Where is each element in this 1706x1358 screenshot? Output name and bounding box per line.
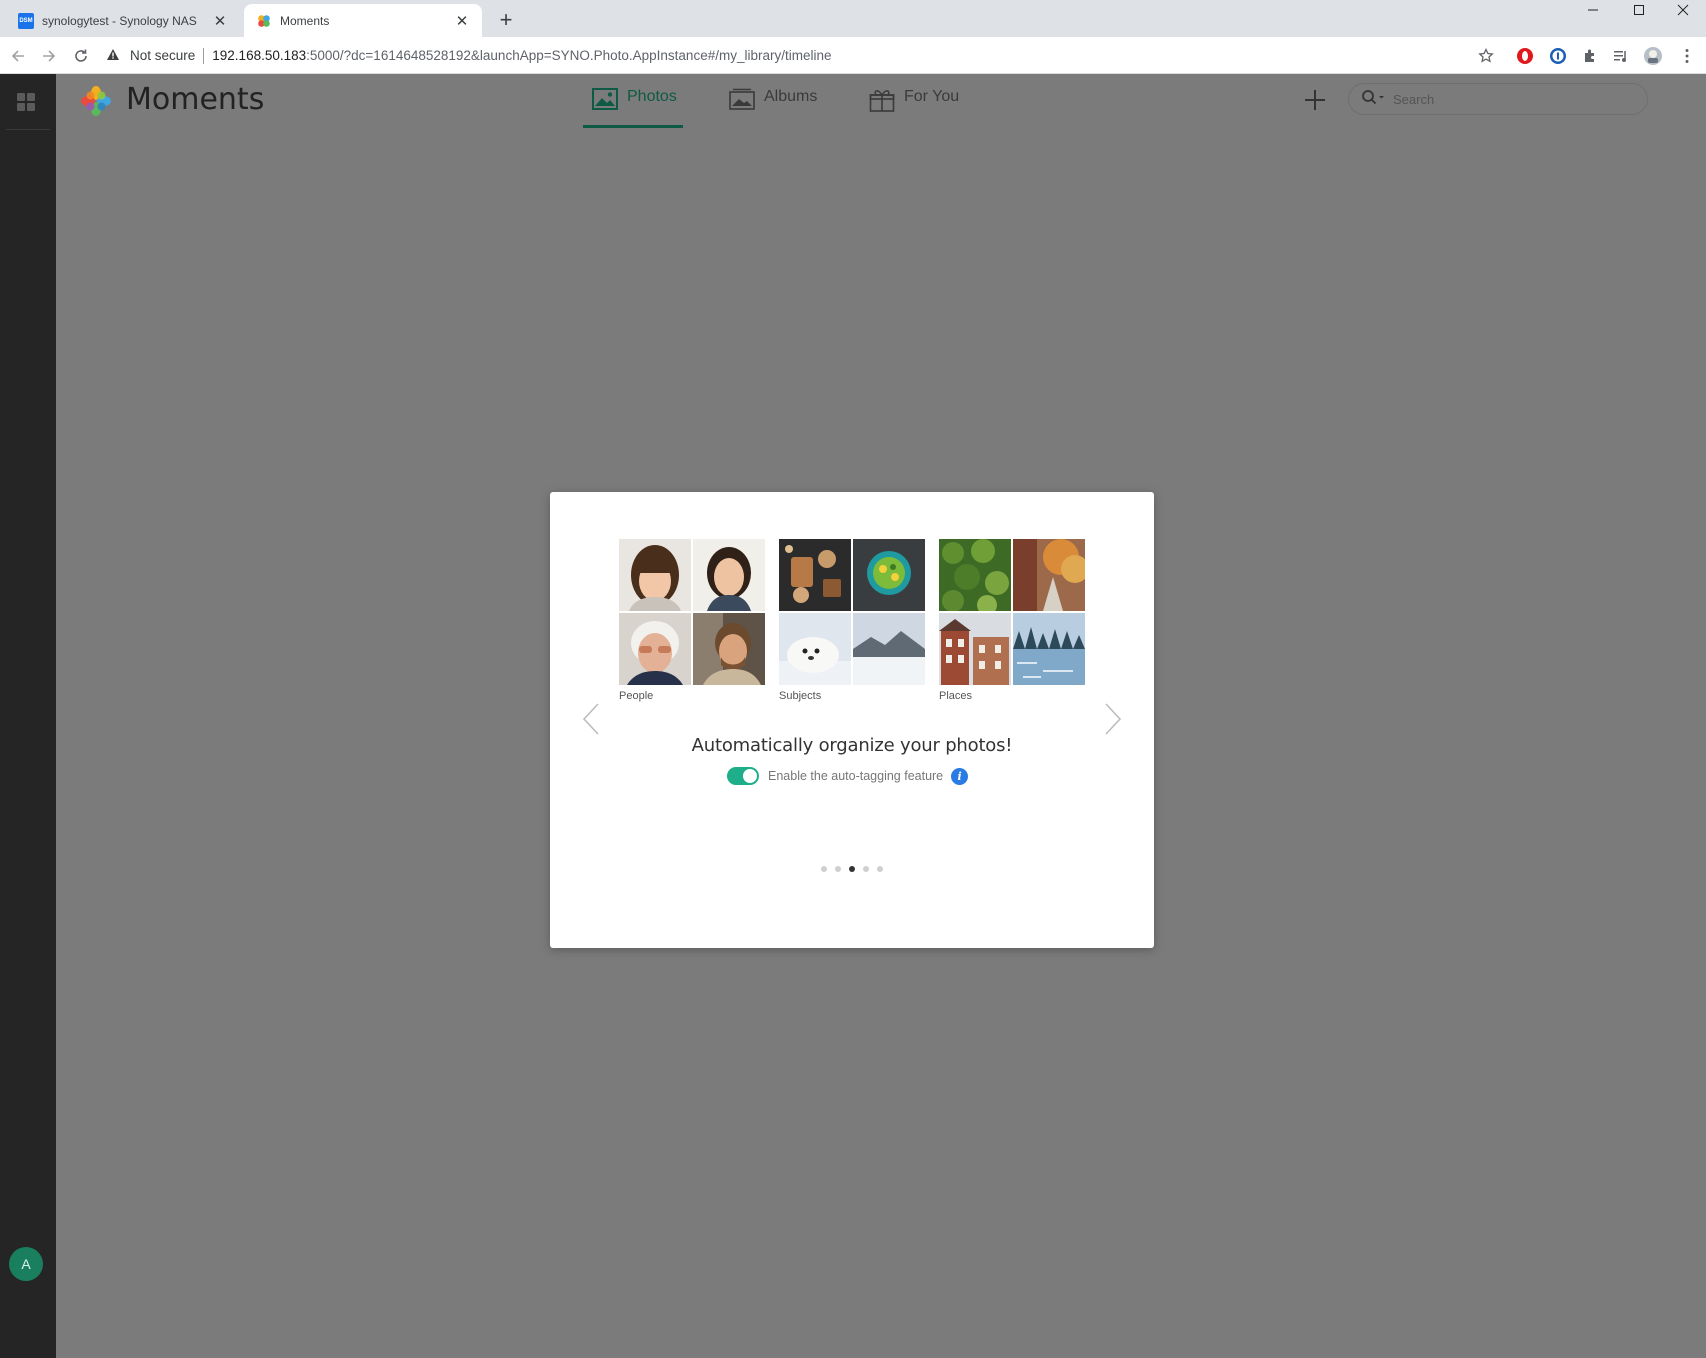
browser-toolbar: Not secure 192.168.50.183:5000/?dc=16146… (0, 37, 1706, 74)
gift-icon (869, 88, 895, 117)
tab-title: Moments (280, 13, 330, 28)
person-photo-man (693, 613, 765, 685)
tab-title: synologytest - Synology NAS (42, 13, 197, 28)
auto-tagging-toggle[interactable] (727, 767, 759, 785)
person-photo-child (619, 539, 691, 611)
subject-photo-seal (779, 613, 851, 685)
place-photo-autumn-street (1013, 539, 1085, 611)
warning-icon (106, 48, 122, 64)
close-window-icon[interactable] (1660, 0, 1706, 20)
tab-label: Photos (627, 88, 677, 105)
extensions-puzzle-icon[interactable] (1580, 46, 1600, 66)
close-tab-icon[interactable]: ✕ (454, 13, 470, 30)
places-group: Places (939, 539, 1085, 702)
tab-label: For You (904, 88, 960, 105)
place-photo-forest (939, 539, 1011, 611)
auto-tagging-label: Enable the auto-tagging feature (768, 769, 944, 783)
user-avatar[interactable]: A (9, 1247, 43, 1281)
dsm-favicon-icon: DSM (18, 12, 34, 29)
new-tab-button[interactable]: + (494, 7, 518, 32)
url-host: 192.168.50.183 (212, 48, 307, 63)
pagination-dot[interactable] (877, 866, 883, 872)
place-photo-houses (939, 613, 1011, 685)
pagination-dot[interactable] (821, 866, 827, 872)
search-icon[interactable] (1361, 89, 1385, 110)
security-label: Not secure (130, 48, 196, 63)
address-bar[interactable]: Not secure 192.168.50.183:5000/?dc=16146… (106, 41, 1504, 70)
media-control-icon[interactable] (1611, 46, 1631, 66)
opera-extension-icon[interactable] (1515, 46, 1535, 66)
previous-slide-chevron-icon[interactable] (581, 702, 601, 736)
people-group: People (619, 539, 765, 702)
subject-photo-food (779, 539, 851, 611)
photo-icon (592, 88, 618, 115)
tab-for-you[interactable]: For You (869, 88, 959, 130)
forward-arrow-icon[interactable] (36, 43, 62, 69)
browser-menu-icon[interactable] (1677, 46, 1697, 66)
places-label: Places (939, 690, 973, 702)
people-label: People (619, 690, 654, 702)
tab-photos[interactable]: Photos (583, 88, 683, 130)
minimize-window-icon[interactable] (1570, 0, 1616, 20)
active-tab-underline (583, 125, 683, 128)
back-arrow-icon[interactable] (5, 43, 31, 69)
app-header: Moments Photos Albums For You (56, 74, 1706, 130)
subjects-label: Subjects (779, 690, 822, 702)
onboarding-dialog: People Subjects Places Automatically org… (550, 492, 1154, 948)
main-menu-icon[interactable] (17, 93, 35, 111)
dsm-sidebar (0, 74, 56, 1358)
moments-logo-icon (81, 86, 111, 116)
app-title: Moments (126, 82, 265, 117)
add-button[interactable] (1303, 88, 1327, 112)
close-tab-icon[interactable]: ✕ (212, 13, 228, 30)
pagination-dot-active[interactable] (849, 866, 855, 872)
search-box[interactable] (1348, 83, 1648, 115)
auto-tagging-row: Enable the auto-tagging feature i (727, 767, 969, 785)
moments-favicon-icon (256, 13, 272, 29)
bookmark-star-icon[interactable] (1476, 46, 1496, 66)
maximize-window-icon[interactable] (1616, 0, 1662, 20)
tab-albums[interactable]: Albums (729, 88, 817, 130)
tab-label: Albums (764, 88, 818, 105)
pagination-dots (550, 866, 1154, 872)
toggle-knob (743, 769, 757, 783)
address-divider (203, 47, 205, 64)
subject-photo-mountain (853, 613, 925, 685)
subjects-group: Subjects (779, 539, 925, 702)
info-icon[interactable]: i (951, 767, 969, 785)
person-photo-woman (693, 539, 765, 611)
search-input[interactable] (1393, 91, 1613, 107)
subject-photo-salad (853, 539, 925, 611)
browser-tab-moments[interactable]: Moments ✕ (244, 4, 482, 37)
reload-icon[interactable] (68, 43, 94, 69)
pagination-dot[interactable] (835, 866, 841, 872)
url-path: :5000/?dc=1614648528192&launchApp=SYNO.P… (306, 48, 832, 63)
profile-avatar-icon[interactable] (1643, 46, 1663, 66)
dialog-headline: Automatically organize your photos! (691, 735, 1013, 756)
place-photo-frozen-lake (1013, 613, 1085, 685)
next-slide-chevron-icon[interactable] (1103, 702, 1123, 736)
pagination-dot[interactable] (863, 866, 869, 872)
browser-tab-bar: DSM synologytest - Synology NAS ✕ Moment… (0, 0, 1706, 37)
password-manager-icon[interactable] (1548, 46, 1568, 66)
album-icon (729, 88, 755, 115)
person-photo-elderly-woman (619, 613, 691, 685)
rail-divider (6, 129, 50, 130)
browser-tab-synology[interactable]: DSM synologytest - Synology NAS ✕ (6, 4, 240, 37)
